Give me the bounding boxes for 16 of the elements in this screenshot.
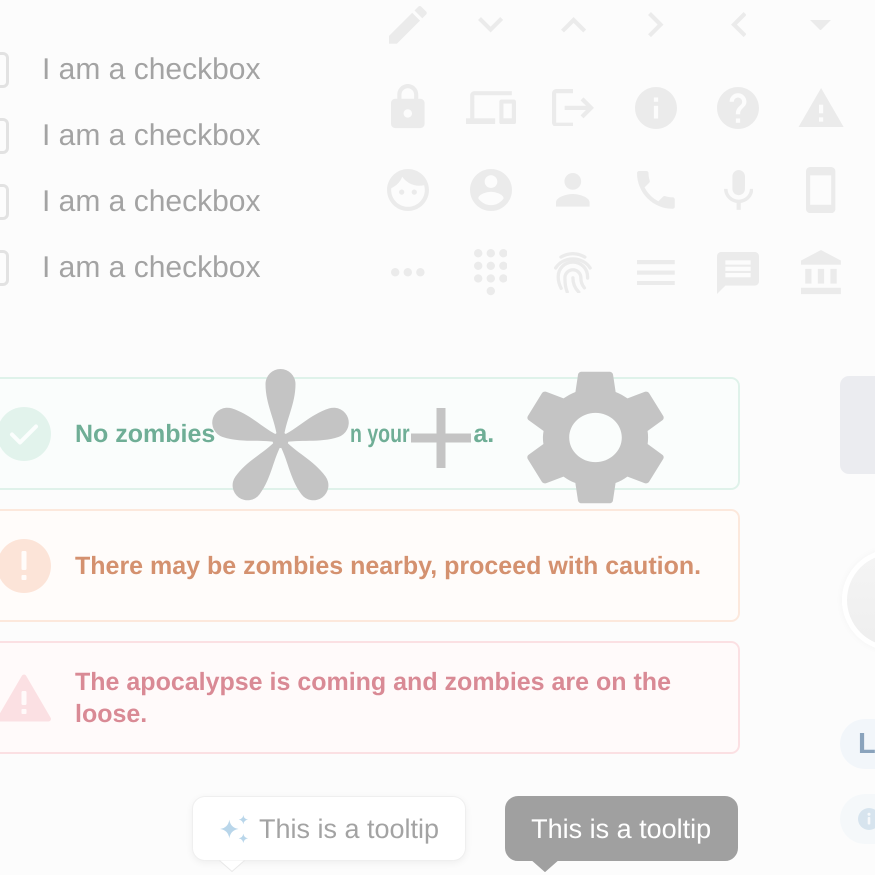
alert-message: a. <box>473 418 494 450</box>
info-icon <box>858 808 875 830</box>
gear-icon <box>527 369 664 506</box>
checkbox-label: I am a checkbox <box>42 118 260 154</box>
sparkle-icon <box>220 814 248 842</box>
plus-icon <box>411 408 471 468</box>
alert-message: There may be zombies nearby, proceed with caution. <box>75 550 702 582</box>
alert-message: n your <box>350 418 410 450</box>
checkbox-label: I am a checkbox <box>42 184 260 220</box>
alert-message: The apocalypse is coming and zombies are on the loose. <box>75 666 672 730</box>
checkbox-label: I am a checkbox <box>42 52 260 88</box>
alert-message: No zombies <box>75 418 216 450</box>
tooltip-text: This is a tooltip <box>531 812 712 844</box>
chip[interactable]: L <box>840 719 875 769</box>
checkbox-label: I am a checkbox <box>42 250 260 286</box>
tooltip-text: This is a tooltip <box>259 812 440 844</box>
